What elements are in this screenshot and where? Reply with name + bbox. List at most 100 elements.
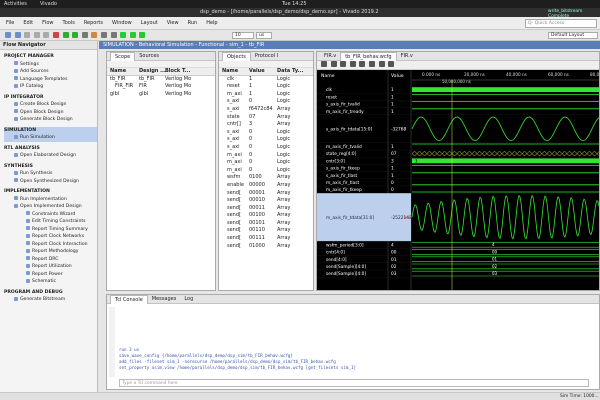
sigma-icon[interactable] xyxy=(100,32,107,38)
object-row[interactable]: m_axi 0 Logic xyxy=(219,167,313,175)
menu-edit[interactable]: Edit xyxy=(23,20,33,26)
nav-item[interactable]: Generate Bitstream xyxy=(4,296,97,304)
nav-section-1[interactable]: IP INTEGRATOR xyxy=(4,94,97,102)
cross-icon[interactable] xyxy=(110,32,117,38)
object-row[interactable]: clk 1 Logic xyxy=(219,76,313,84)
menu-window[interactable]: Window xyxy=(112,20,132,26)
open-icon[interactable] xyxy=(5,32,11,38)
nav-item[interactable]: Report Power xyxy=(4,271,97,279)
prev-edge-icon[interactable] xyxy=(359,61,366,67)
object-row[interactable]: s_axi 0 Logic xyxy=(219,144,313,152)
play-icon[interactable] xyxy=(129,32,136,38)
waveform-canvas[interactable]: Name Value 0.000 ns 20,000 ns 40,000 ns 60,00… xyxy=(317,70,599,290)
restart-icon[interactable] xyxy=(120,32,127,38)
app-menu-label[interactable]: Vivado xyxy=(40,1,57,7)
nav-item[interactable]: Run Synthesis xyxy=(4,170,97,178)
save-icon[interactable] xyxy=(14,32,21,38)
zoom-in-icon[interactable] xyxy=(321,61,327,67)
zoom-fit-icon[interactable] xyxy=(340,61,347,67)
nav-item[interactable]: IP Catalog xyxy=(4,83,97,91)
time-unit-select[interactable]: us xyxy=(256,32,272,39)
nav-item[interactable]: Report Utilization xyxy=(4,263,97,271)
object-row[interactable]: send[00100 Array xyxy=(219,212,313,220)
nav-item[interactable]: Report DRC xyxy=(4,256,97,264)
object-row[interactable]: send[00110 Array xyxy=(219,227,313,235)
nav-item[interactable]: Run Implementation xyxy=(4,196,97,204)
goto-cursor-icon[interactable] xyxy=(349,61,356,67)
layout-select[interactable]: Default Layout xyxy=(548,32,598,39)
nav-section-6[interactable]: PROGRAM AND DEBUG xyxy=(4,289,97,297)
delete-icon[interactable] xyxy=(52,32,59,38)
clock-label[interactable]: Tue 14:25 xyxy=(282,1,307,7)
menu-file[interactable]: File xyxy=(6,20,14,26)
tab-log[interactable]: Log xyxy=(180,295,197,303)
nav-item[interactable]: Report Clock Networks xyxy=(4,233,97,241)
tab-wcfg[interactable]: tb_FIR_behav.wcfg xyxy=(340,51,397,61)
nav-item[interactable]: Open Elaborated Design xyxy=(4,152,97,160)
nav-item[interactable]: Open Implemented Design xyxy=(4,203,97,211)
tab-sources[interactable]: Sources xyxy=(135,52,163,60)
object-row[interactable]: wsfm 0100 Array xyxy=(219,174,313,182)
add-marker-icon[interactable] xyxy=(378,61,385,67)
object-row[interactable]: s_axi f6472c84 Array xyxy=(219,106,313,114)
object-row[interactable]: send[00011 Array xyxy=(219,205,313,213)
tab-scope[interactable]: Scope xyxy=(110,51,136,61)
nav-section-3[interactable]: RTL ANALYSIS xyxy=(4,145,97,153)
nav-item[interactable]: Open Block Design xyxy=(4,109,97,117)
menu-help[interactable]: Help xyxy=(206,20,217,26)
redo-icon[interactable] xyxy=(33,32,40,38)
object-row[interactable]: reset 1 Logic xyxy=(219,83,313,91)
tcl-command-input[interactable]: Type a Tcl command here xyxy=(119,379,589,387)
quick-access-search[interactable]: Q- Quick Access xyxy=(525,19,597,28)
menu-reports[interactable]: Reports xyxy=(84,20,103,26)
object-row[interactable]: send[01000 Array xyxy=(219,243,313,251)
object-row[interactable]: s_axi 0 Logic xyxy=(219,98,313,106)
object-row[interactable]: send[00111 Array xyxy=(219,235,313,243)
object-row[interactable]: m_axi 1 Logic xyxy=(219,91,313,99)
object-row[interactable]: send[00010 Array xyxy=(219,197,313,205)
nav-item[interactable]: Settings xyxy=(4,61,97,69)
object-row[interactable]: cntr[] 3 Array xyxy=(219,121,313,129)
menu-layout[interactable]: Layout xyxy=(141,20,158,26)
object-row[interactable]: m_axi 0 Logic xyxy=(219,159,313,167)
nav-item[interactable]: Constraints Wizard xyxy=(4,211,97,219)
nav-section-2[interactable]: SIMULATION xyxy=(4,126,97,134)
nav-item[interactable]: Edit Timing Constraints xyxy=(4,218,97,226)
settings-icon[interactable] xyxy=(81,32,88,38)
menu-view[interactable]: View xyxy=(167,20,179,26)
nav-section-5[interactable]: IMPLEMENTATION xyxy=(4,188,97,196)
copy-icon[interactable] xyxy=(43,32,50,38)
menu-run[interactable]: Run xyxy=(188,20,198,26)
nav-item[interactable]: Run Simulation xyxy=(4,134,97,142)
tab-fir-v[interactable]: FIR.v xyxy=(320,52,340,60)
tab-messages[interactable]: Messages xyxy=(148,295,181,303)
nav-item[interactable]: Report Methodology xyxy=(4,248,97,256)
nav-item[interactable]: Create Block Design xyxy=(4,101,97,109)
time-value-input[interactable]: 10 xyxy=(232,32,254,39)
nav-section-0[interactable]: PROJECT MANAGER xyxy=(4,53,97,61)
object-row[interactable]: send[00001 Array xyxy=(219,190,313,198)
nav-section-4[interactable]: SYNTHESIS xyxy=(4,163,97,171)
tab-tcl-console[interactable]: Tcl Console xyxy=(110,294,148,304)
object-row[interactable]: send[00101 Array xyxy=(219,220,313,228)
nav-item[interactable]: Report Clock Interaction xyxy=(4,241,97,249)
object-row[interactable]: enable 00000 Array xyxy=(219,182,313,190)
run-icon[interactable] xyxy=(62,32,69,38)
object-row[interactable]: s_axi 0 Logic xyxy=(219,129,313,137)
menu-flow[interactable]: Flow xyxy=(42,20,53,26)
stop-icon[interactable] xyxy=(91,32,98,38)
next-edge-icon[interactable] xyxy=(368,61,375,67)
nav-item[interactable]: Report Timing Summary xyxy=(4,226,97,234)
step-icon[interactable] xyxy=(72,32,79,38)
tab-objects[interactable]: Objects xyxy=(222,51,251,61)
scope-row[interactable]: tb_FIR tb_FIR Verilog Mo xyxy=(107,76,215,84)
scope-row[interactable]: glbl glbl Verilog Mo xyxy=(107,91,215,99)
play-for-icon[interactable] xyxy=(139,32,146,38)
snap-icon[interactable] xyxy=(388,61,395,67)
object-row[interactable]: m_axi 0 Logic xyxy=(219,152,313,160)
scope-row[interactable]: FIR_FIR FIR Verilog Mo xyxy=(107,83,215,91)
tab-fir-v-2[interactable]: FIR.v xyxy=(397,52,417,60)
menu-tools[interactable]: Tools xyxy=(62,20,74,26)
object-row[interactable]: s_axi 0 Logic xyxy=(219,136,313,144)
object-row[interactable]: state 07 Array xyxy=(219,114,313,122)
